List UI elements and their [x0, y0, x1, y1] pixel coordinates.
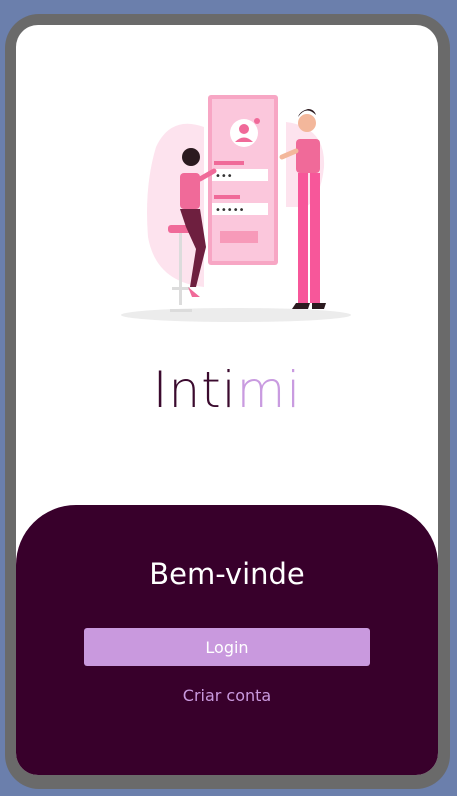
create-account-link[interactable]: Criar conta: [16, 686, 438, 705]
svg-text:•••: •••: [215, 171, 233, 182]
logo-text-part1: Inti: [152, 361, 237, 419]
login-illustration: ••• •••••: [121, 95, 351, 322]
app-screen: ••• ••••• Intimi Bem-vinde Login Criar c…: [16, 25, 438, 775]
login-button[interactable]: Login: [84, 628, 370, 666]
welcome-panel: Bem-vinde Login Criar conta: [16, 505, 438, 775]
welcome-title: Bem-vinde: [149, 557, 305, 591]
app-logo: Intimi: [16, 365, 438, 415]
phone-frame: ••• ••••• Intimi Bem-vinde Login Criar c…: [5, 14, 450, 789]
logo-text-part2: mi: [236, 361, 302, 419]
svg-text:•••••: •••••: [215, 205, 245, 216]
